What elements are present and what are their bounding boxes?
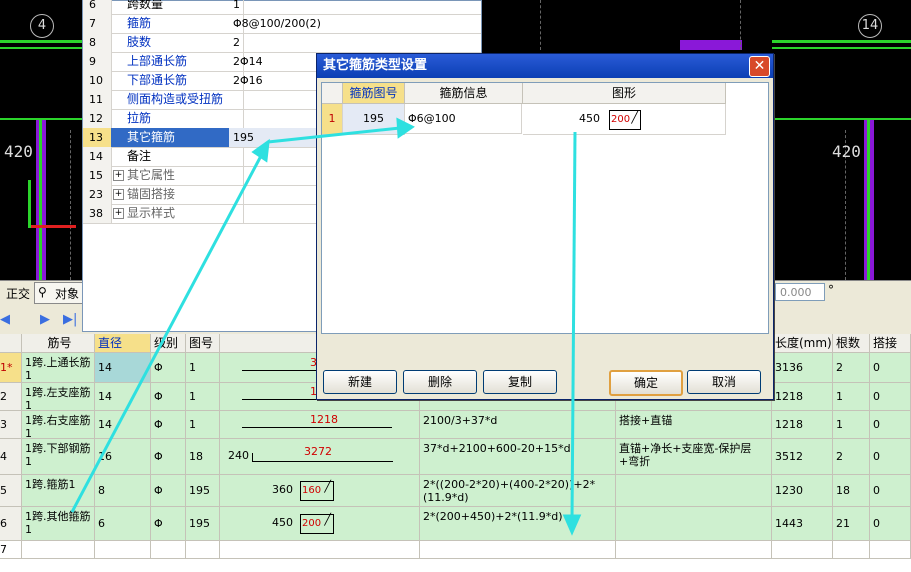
arrow-line-1: [70, 153, 264, 513]
arrowhead-1: [251, 138, 270, 163]
annotation-arrows: [70, 117, 582, 536]
arrow-line-3: [570, 131, 577, 521]
arrow-line-2: [267, 126, 401, 144]
arrowhead-2: [396, 117, 415, 139]
arrowhead-3: [562, 514, 582, 536]
